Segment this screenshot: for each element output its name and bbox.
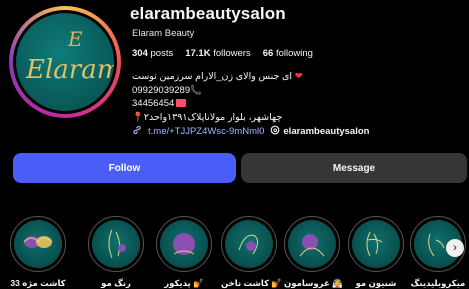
avatar-story-ring[interactable]: E Elaram [9, 6, 121, 118]
highlight-cover [288, 220, 336, 268]
follow-button[interactable]: Follow [13, 153, 236, 183]
bio-line-1: ای جنس والای زن_الارام سرزمین توست ❤ [132, 71, 303, 82]
profile-stats: 304 posts 17.1K followers 66 following [132, 48, 313, 59]
highlight-cover [225, 220, 273, 268]
highlight-item[interactable]: کاشت ناخن 💅 [221, 216, 282, 289]
highlight-item[interactable]: پدیکور 💅 [156, 216, 212, 289]
highlight-cover [160, 220, 208, 268]
threads-icon [270, 125, 280, 138]
link-icon [132, 125, 142, 138]
highlight-label: رنگ مو [101, 278, 131, 288]
full-name: Elaram Beauty [132, 28, 195, 39]
highlight-label: کاشت ناخن 💅 [221, 278, 282, 288]
following-stat[interactable]: 66 following [263, 48, 313, 59]
fax-icon [176, 99, 187, 107]
message-button[interactable]: Message [241, 153, 467, 183]
svg-text:E: E [67, 27, 83, 51]
highlight-cover [352, 220, 400, 268]
highlight-label: پدیکور 💅 [164, 278, 204, 288]
threads-link[interactable]: elarambeautysalon [270, 125, 369, 138]
highlight-label: میکروبلیدینگ [410, 278, 466, 288]
elaram-logo: E Elaram [25, 27, 114, 85]
highlight-item[interactable]: رنگ مو [88, 216, 144, 289]
followers-stat[interactable]: 17.1K followers [185, 48, 251, 59]
bio-phone-1: 09929039289📞 [132, 84, 202, 96]
bio-phone-2: 34456454 [132, 97, 332, 111]
bio-address: 📍چهاشهر، بلوار مولانا‌پلاک۱۳۹۱واحد۲ [132, 111, 283, 123]
bio-links: t.me/+TJJPZ4Wsc-9mNml0 elarambeautysalon [132, 125, 369, 138]
chevron-right-icon[interactable]: › [446, 239, 464, 257]
highlight-cover [92, 220, 140, 268]
highlight-label: شنیون مو [355, 278, 397, 288]
bio: ای جنس والای زن_الارام سرزمین توست ❤ 099… [132, 70, 332, 124]
highlight-label: عروسامون 👰 [284, 278, 343, 288]
highlight-item[interactable]: شنیون مو [348, 216, 404, 289]
highlight-label: کاشت مژه 33 [10, 278, 66, 288]
telegram-link[interactable]: t.me/+TJJPZ4Wsc-9mNml0 [148, 126, 264, 137]
svg-text:Elaram: Elaram [25, 55, 114, 85]
more-options-icon[interactable]: ··· [255, 7, 272, 23]
phone-icon: 📞 [190, 84, 202, 96]
posts-stat: 304 posts [132, 48, 174, 59]
heart-icon: ❤ [294, 71, 303, 82]
location-pin-icon: 📍 [132, 111, 144, 123]
avatar: E Elaram [16, 13, 114, 111]
highlight-cover [14, 220, 62, 268]
highlight-item[interactable]: کاشت مژه 33 [10, 216, 66, 289]
highlight-item[interactable]: عروسامون 👰 [284, 216, 343, 289]
